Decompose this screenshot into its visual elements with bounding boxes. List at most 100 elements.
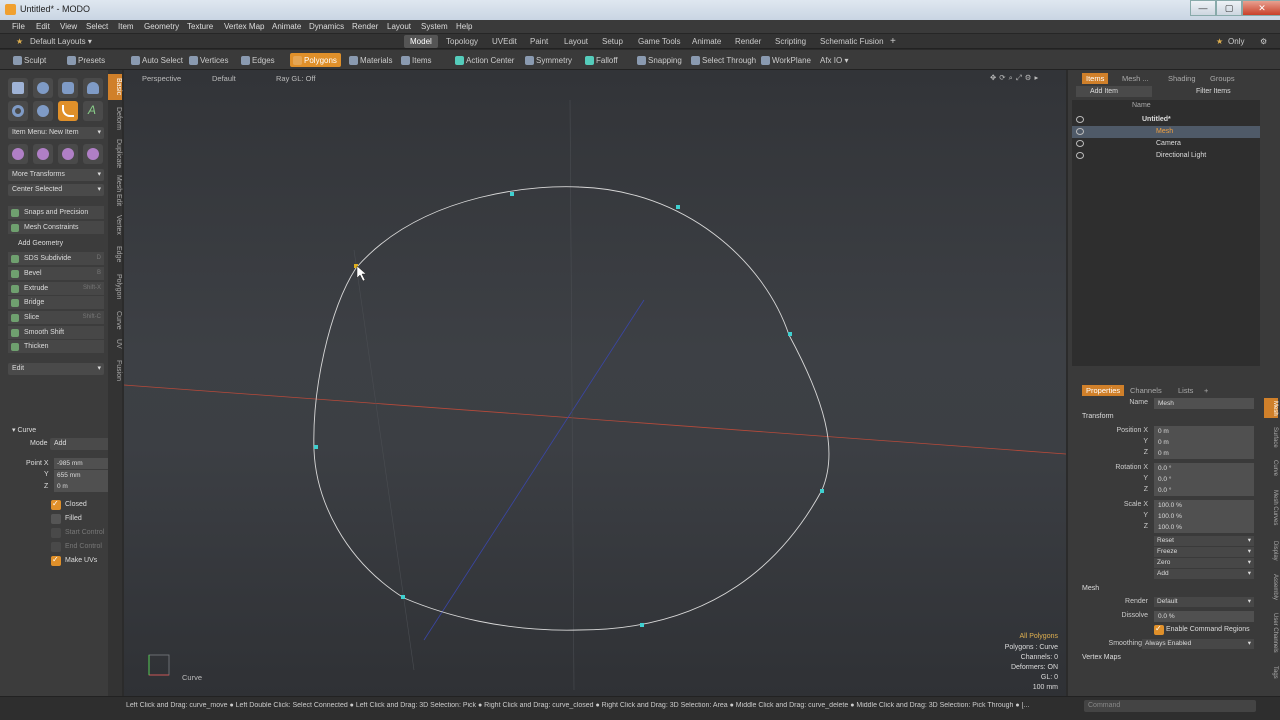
freeze-dropdown[interactable]: Freeze [1154,547,1254,557]
dissolve-field[interactable]: 0.0 % [1154,611,1254,622]
tab-mesh-ops[interactable]: Mesh ... [1118,73,1153,84]
sculpt-button[interactable]: Sculpt [10,53,50,67]
side-tab-mesh-curves[interactable]: Mesh Curves [1264,484,1278,532]
position-z-field[interactable]: 0 m [1154,448,1254,459]
move-icon[interactable] [8,144,28,164]
cube-icon[interactable] [8,78,28,98]
add-tab-button[interactable]: + [884,34,902,47]
tab-uvedit[interactable]: UVEdit [486,35,523,48]
tree-row-untitled[interactable]: Untitled* [1072,114,1260,126]
filter-items-button[interactable]: Filter Items [1192,86,1248,97]
tab-groups[interactable]: Groups [1206,73,1239,84]
menu-edit[interactable]: Edit [36,22,50,31]
ray-gl-toggle[interactable]: Ray GL: Off [276,74,315,83]
add-item-dropdown[interactable]: Add Item [1076,86,1152,97]
render-dropdown[interactable]: Default [1154,597,1254,607]
scale-icon[interactable] [58,144,78,164]
menu-animate[interactable]: Animate [272,22,301,31]
tab-fusion[interactable]: Fusion [108,356,122,386]
tab-curve[interactable]: Curve [108,306,122,334]
tab-uv[interactable]: UV [108,336,122,352]
falloff-button[interactable]: Falloff [582,53,622,67]
cylinder-icon[interactable] [58,78,78,98]
add-tab-button[interactable]: + [1200,385,1212,396]
tab-paint[interactable]: Paint [524,35,554,48]
enable-command-regions-checkbox[interactable] [1154,624,1164,635]
zero-dropdown[interactable]: Zero [1154,558,1254,568]
smooth-shift-button[interactable]: Smooth Shift [8,326,104,339]
menu-texture[interactable]: Texture [187,22,213,31]
tab-model[interactable]: Model [404,35,438,48]
curve-control-point[interactable] [510,192,514,196]
tab-polygon[interactable]: Polygon [108,270,122,304]
vertices-button[interactable]: Vertices [186,53,232,67]
scale-x-field[interactable]: 100.0 % [1154,500,1254,511]
curve-tool-icon[interactable] [58,101,78,121]
tab-schematic-fusion[interactable]: Schematic Fusion [814,35,890,48]
settings-icon[interactable]: ⚙ [1254,35,1273,48]
afx-io-dropdown[interactable]: Afx IO ▾ [806,53,852,67]
tab-items[interactable]: Items [1082,73,1109,84]
bridge-button[interactable]: Bridge [8,296,104,309]
menu-dynamics[interactable]: Dynamics [309,22,344,31]
make-uvs-checkbox[interactable] [51,555,61,566]
tree-row-mesh[interactable]: Mesh [1072,126,1260,138]
side-tab-user-channels[interactable]: User Channels [1264,608,1278,658]
maximize-button[interactable]: ▢ [1216,0,1242,16]
mesh-constraints-button[interactable]: Mesh Constraints [8,221,104,234]
view-mode-perspective[interactable]: Perspective [142,74,181,83]
curve-control-point[interactable] [640,623,644,627]
symmetry-button[interactable]: Symmetry [522,53,576,67]
viewport-canvas[interactable] [124,70,1066,696]
side-tab-curve[interactable]: Curve [1264,456,1278,480]
text-tool-icon[interactable]: A [83,101,103,121]
action-center-button[interactable]: Action Center [452,53,518,67]
menu-file[interactable]: File [12,22,25,31]
menu-render[interactable]: Render [352,22,378,31]
tab-duplicate[interactable]: Duplicate [108,136,122,172]
tab-basic[interactable]: Basic [108,74,122,100]
item-menu-dropdown[interactable]: Item Menu: New Item [8,127,104,139]
tab-setup[interactable]: Setup [596,35,629,48]
curve-shape[interactable] [313,186,830,631]
side-tab-display[interactable]: Display [1264,536,1278,566]
3d-viewport[interactable]: Perspective Default Ray GL: Off ✥⟳⌕⤢⚙▸ C… [124,70,1066,696]
side-tab-surface[interactable]: Surface [1264,422,1278,452]
tab-vertex[interactable]: Vertex [108,210,122,240]
shading-mode-default[interactable]: Default [212,74,236,83]
scale-y-field[interactable]: 100.0 % [1154,511,1254,522]
center-selected-dropdown[interactable]: Center Selected [8,184,104,196]
add-dropdown[interactable]: Add [1154,569,1254,579]
bevel-button[interactable]: Bevel B [8,267,104,280]
capsule-icon[interactable] [33,101,53,121]
tab-layout[interactable]: Layout [558,35,594,48]
tab-lists[interactable]: Lists [1174,385,1197,396]
presets-button[interactable]: Presets [64,53,109,67]
curve-control-point[interactable] [401,595,405,599]
visibility-eye-icon[interactable] [1076,128,1084,135]
rotate-icon[interactable] [33,144,53,164]
cone-icon[interactable] [83,78,103,98]
visibility-eye-icon[interactable] [1076,152,1084,159]
slice-button[interactable]: Slice Shift-C [8,311,104,324]
minimize-button[interactable]: — [1190,0,1216,16]
menu-layout[interactable]: Layout [387,22,411,31]
position-y-field[interactable]: 0 m [1154,437,1254,448]
sds-subdivide-button[interactable]: SDS Subdivide D [8,252,104,265]
tab-shading[interactable]: Shading [1164,73,1200,84]
viewport-nav-icons[interactable]: ✥⟳⌕⤢⚙▸ [990,73,1041,83]
materials-button[interactable]: Materials [346,53,396,67]
items-button[interactable]: Items [398,53,436,67]
menu-vertex-map[interactable]: Vertex Map [224,22,264,31]
smoothing-dropdown[interactable]: Always Enabled [1142,639,1254,649]
visibility-eye-icon[interactable] [1076,140,1084,147]
tab-topology[interactable]: Topology [440,35,484,48]
torus-icon[interactable] [8,101,28,121]
default-layouts-dropdown[interactable]: Default Layouts ▾ [24,35,98,48]
tab-animate[interactable]: Animate [686,35,727,48]
transform-icon[interactable] [83,144,103,164]
item-list[interactable]: Name Untitled* Mesh Camera Directional L… [1072,100,1260,366]
edit-dropdown[interactable]: Edit [8,363,104,375]
snapping-button[interactable]: Snapping [634,53,686,67]
extrude-button[interactable]: Extrude Shift-X [8,282,104,295]
